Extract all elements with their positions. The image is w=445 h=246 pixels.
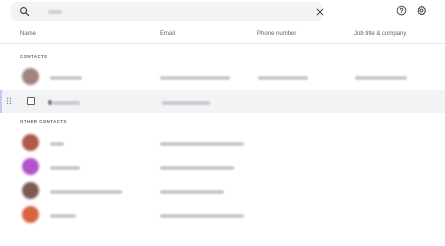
- other-contact-row[interactable]: [0, 179, 445, 202]
- search-bar[interactable]: [11, 2, 325, 21]
- gear-icon[interactable]: [416, 5, 427, 16]
- close-icon[interactable]: [315, 7, 325, 17]
- contact-email-redacted: [160, 76, 230, 80]
- contact-phone-redacted: [258, 76, 308, 80]
- contact-name-redacted: [50, 76, 82, 80]
- contact-email-redacted: [160, 190, 224, 194]
- contact-name-redacted: [50, 190, 122, 194]
- header-divider: [0, 43, 445, 44]
- contact-email-redacted: [162, 101, 210, 105]
- column-header-phone[interactable]: Phone number: [257, 31, 296, 37]
- search-input[interactable]: [39, 6, 279, 17]
- contact-row[interactable]: [0, 65, 445, 88]
- avatar: [22, 134, 39, 151]
- contact-name-redacted: [50, 142, 64, 146]
- avatar: [22, 158, 39, 175]
- drag-handle-icon[interactable]: [6, 97, 12, 105]
- search-icon[interactable]: [19, 6, 30, 17]
- contact-email-redacted: [160, 214, 244, 218]
- column-header-name[interactable]: Name: [20, 31, 36, 37]
- other-contact-row[interactable]: [0, 131, 445, 154]
- other-contact-row[interactable]: [0, 203, 445, 226]
- avatar: [22, 182, 39, 199]
- section-label-contacts: CONTACTS: [20, 54, 48, 59]
- help-icon[interactable]: [396, 5, 407, 16]
- avatar: [22, 206, 39, 223]
- row-checkbox[interactable]: [27, 97, 35, 105]
- column-header-email[interactable]: Email: [160, 31, 175, 37]
- column-header-job[interactable]: Job title & company: [354, 31, 406, 37]
- contact-email-redacted: [160, 142, 244, 146]
- contact-job-redacted: [355, 76, 407, 80]
- other-contact-row[interactable]: [0, 155, 445, 178]
- contact-name-redacted: [50, 214, 76, 218]
- contact-row-selected[interactable]: [0, 90, 445, 113]
- contact-name-redacted: [50, 166, 80, 170]
- contact-email-redacted: [160, 166, 234, 170]
- search-query-redacted: [48, 10, 62, 14]
- contact-name-redacted: [52, 101, 80, 105]
- section-label-other-contacts: OTHER CONTACTS: [20, 119, 67, 124]
- avatar: [22, 68, 39, 85]
